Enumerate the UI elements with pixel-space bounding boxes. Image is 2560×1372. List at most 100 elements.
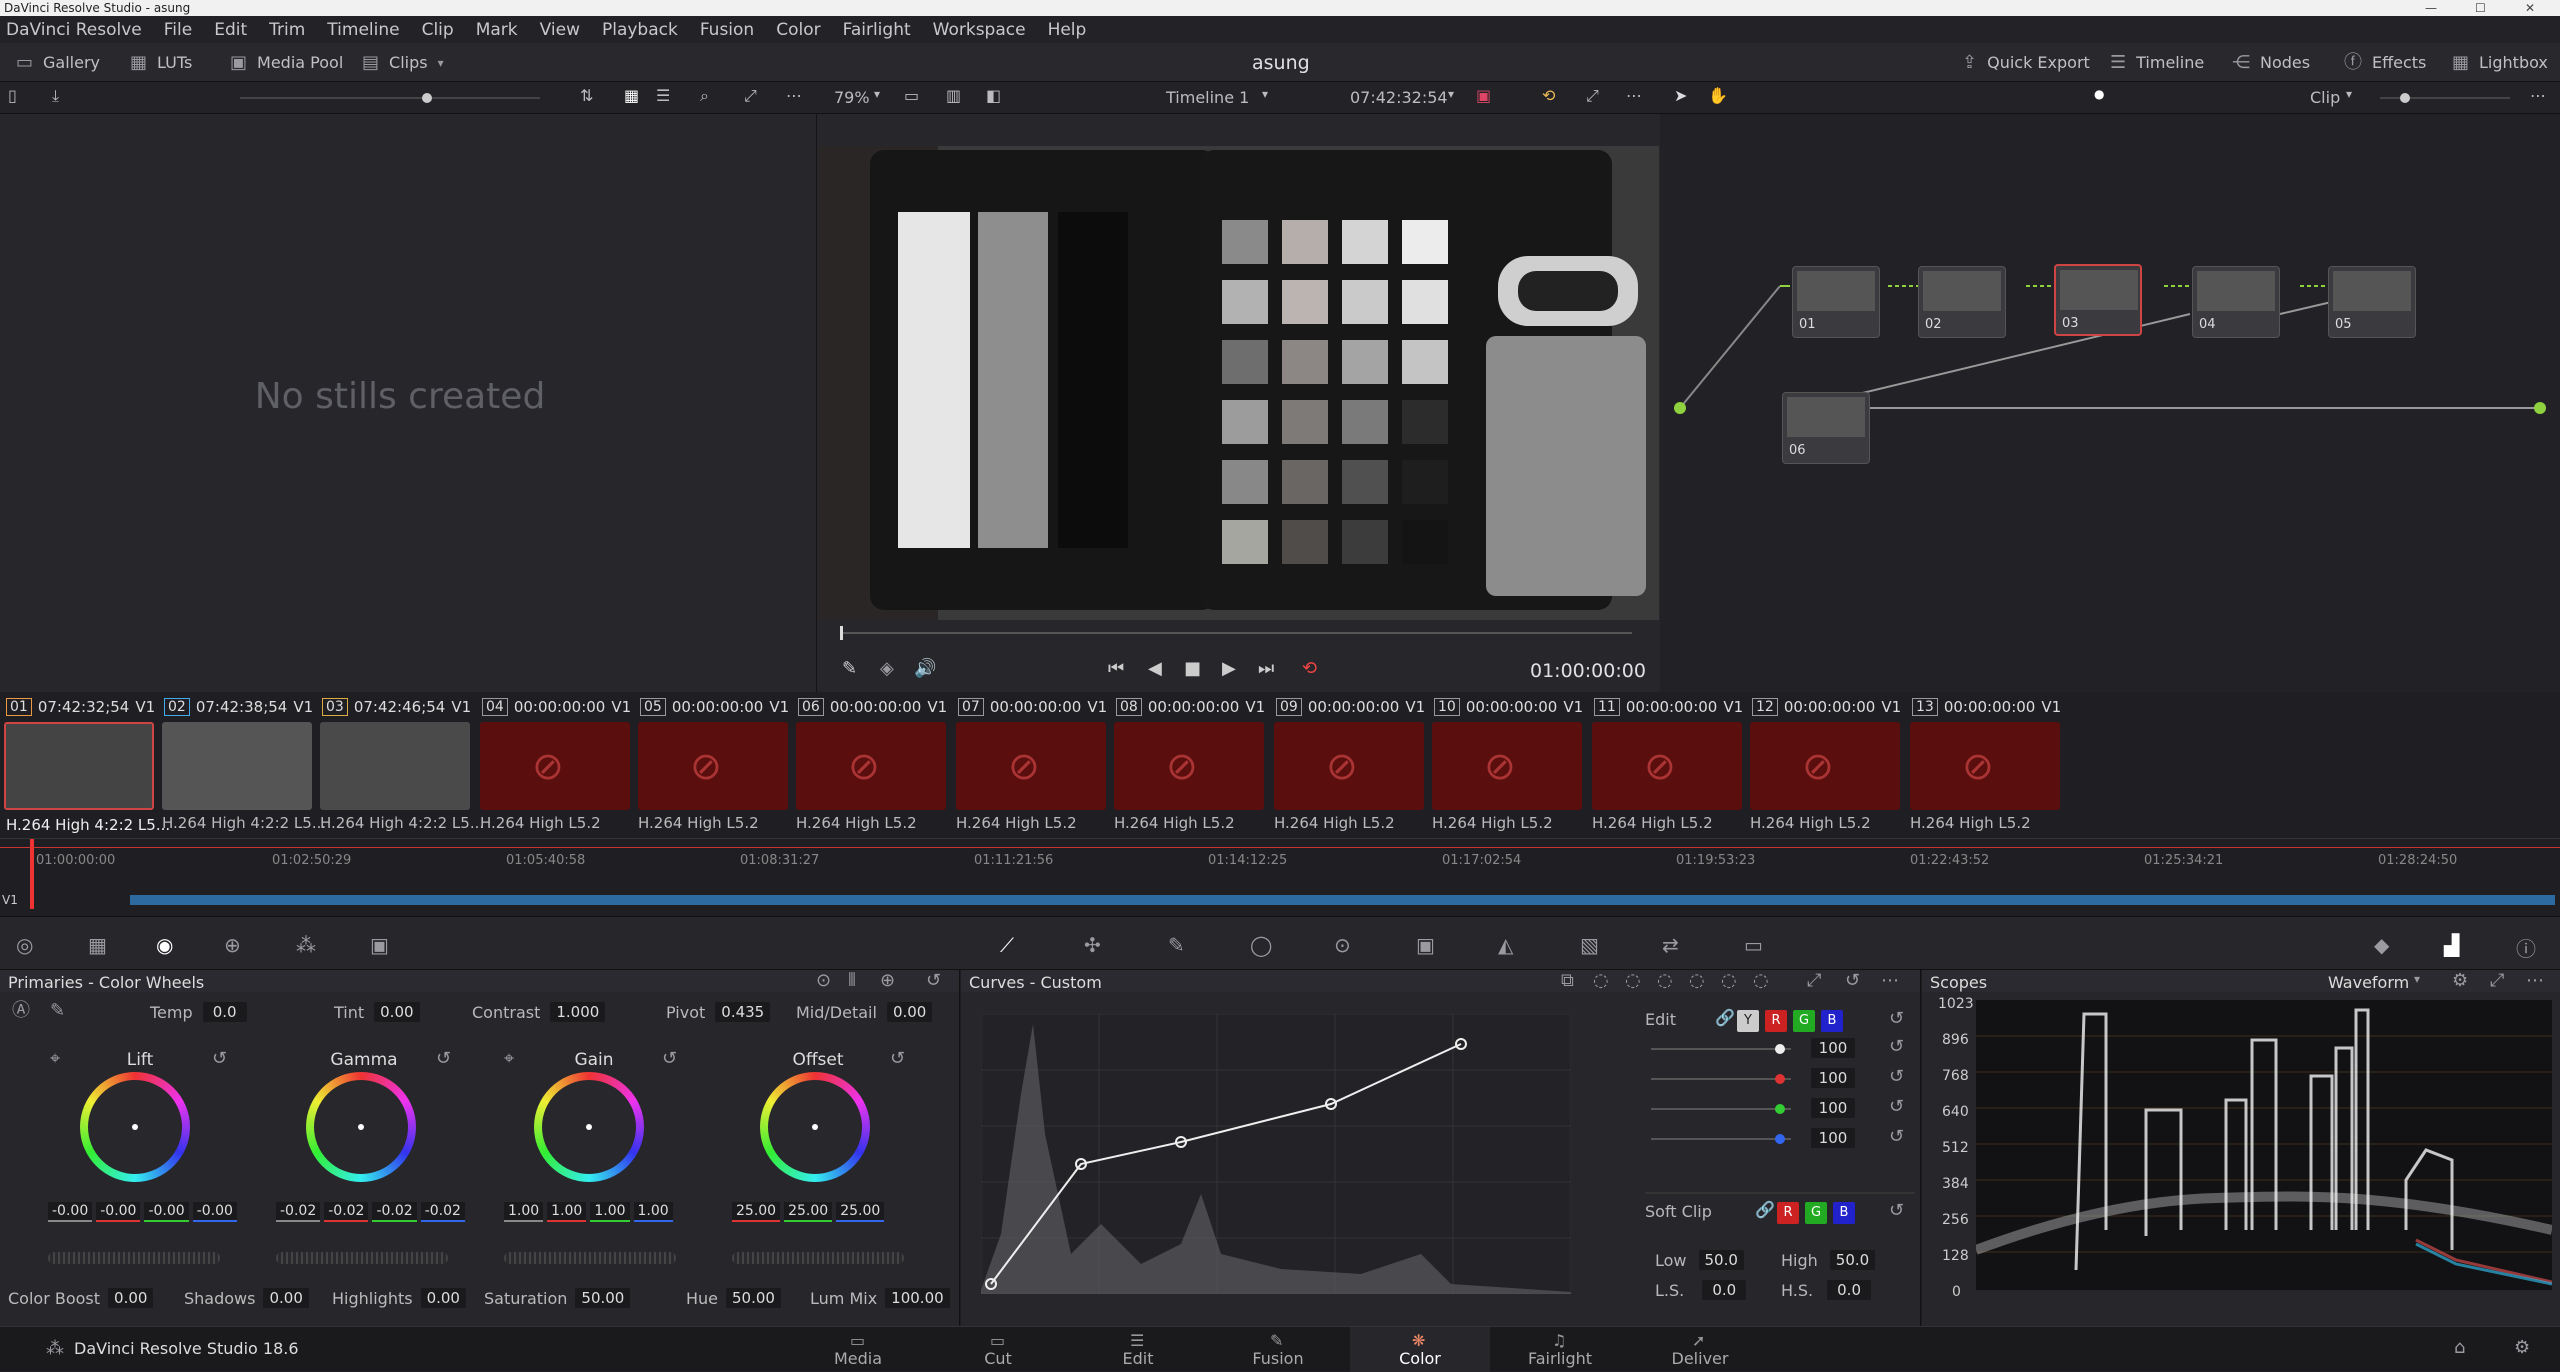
page-tab-deliver[interactable]: ➚ Deliver [1630, 1327, 1770, 1372]
home-icon[interactable]: ⌂ [2454, 1339, 2465, 1357]
picker-icon[interactable]: ✎ [50, 1002, 65, 1020]
more-icon[interactable]: ⋯ [1626, 88, 1642, 104]
offset-jog-wheel[interactable] [732, 1252, 904, 1264]
low-value[interactable]: 50.0 [1698, 1250, 1744, 1270]
slider-knob[interactable] [2400, 93, 2410, 103]
loop-icon[interactable]: ⟲ [1302, 660, 1317, 678]
y-intensity-slider[interactable] [1651, 1044, 1791, 1054]
hue-value[interactable]: 50.00 [726, 1288, 781, 1308]
gallery-button[interactable]: ▭ Gallery [16, 43, 100, 82]
menu-davinci[interactable]: DaVinci Resolve [6, 20, 142, 40]
chevron-down-icon[interactable]: ▾ [874, 88, 880, 100]
scope-settings-icon[interactable]: ⚙ [2452, 972, 2468, 990]
qualifier-icon[interactable]: ✎ [1168, 933, 1185, 957]
clip-thumbnail-offline[interactable]: ⊘ H.264 High L5.2 [1592, 722, 1742, 832]
tint-value[interactable]: 0.00 [374, 1002, 420, 1022]
rgb-mixer-icon[interactable]: ⁂ [296, 933, 316, 957]
reset-icon[interactable]: ↺ [1889, 1068, 1904, 1086]
menu-workspace[interactable]: Workspace [933, 20, 1026, 40]
shadows-value[interactable]: 0.00 [263, 1288, 309, 1308]
r-intensity-slider[interactable] [1651, 1074, 1791, 1084]
cinema-mode-icon[interactable]: ▣ [1476, 88, 1491, 104]
gain-wheel[interactable] [534, 1072, 644, 1182]
timeline-playhead[interactable] [30, 839, 34, 909]
pointer-icon[interactable]: ➤ [1674, 88, 1687, 104]
lightbox-button[interactable]: ▦ Lightbox [2452, 43, 2548, 82]
r-channel-button[interactable]: R [1765, 1010, 1787, 1032]
blur-icon[interactable]: ◭ [1498, 933, 1513, 957]
hue-vs-hue-icon[interactable]: ◌ [1593, 972, 1609, 990]
minimize-icon[interactable]: — [2425, 0, 2437, 16]
playhead[interactable] [840, 626, 843, 640]
slider-knob[interactable] [1775, 1074, 1785, 1084]
go-to-end-icon[interactable]: ⏭ [1258, 660, 1274, 678]
clip-thumbnail-offline[interactable]: ⊘ H.264 High L5.2 [1750, 722, 1900, 832]
node-mode-selector[interactable]: Clip [2310, 88, 2340, 107]
color-wheels-icon[interactable]: ◉ [156, 933, 173, 957]
b-intensity-slider[interactable] [1651, 1134, 1791, 1144]
wheel-center[interactable] [132, 1124, 138, 1130]
menu-playback[interactable]: Playback [602, 20, 678, 40]
clip-thumbnail-offline[interactable]: ⊘ H.264 High L5.2 [1910, 722, 2060, 832]
nodes-button[interactable]: ⋲ Nodes [2232, 43, 2310, 82]
chevron-down-icon[interactable]: ▾ [1448, 88, 1454, 100]
page-tab-color[interactable]: ❋ Color [1350, 1327, 1490, 1372]
node-04[interactable]: 04 [2192, 266, 2280, 338]
hue-vs-sat-icon[interactable]: ◌ [1625, 972, 1641, 990]
clip-thumbnail-offline[interactable]: ⊘ H.264 High L5.2 [796, 722, 946, 832]
softclip-b-button[interactable]: B [1833, 1202, 1855, 1224]
middetail-value[interactable]: 0.00 [886, 1002, 933, 1022]
reset-icon[interactable]: ↺ [1889, 1010, 1904, 1028]
bypass-icon[interactable]: ⟲ [1542, 88, 1555, 104]
timeline-selector[interactable]: Timeline 1 [1166, 88, 1249, 107]
wheel-center[interactable] [586, 1124, 592, 1130]
expand-icon[interactable]: ⤢ [2490, 972, 2504, 990]
wipe-icon[interactable]: ◧ [986, 88, 1001, 104]
gain-jog-wheel[interactable] [504, 1252, 676, 1264]
split-viewer-icon[interactable]: ▥ [946, 88, 961, 104]
hand-icon[interactable]: ✋ [1708, 88, 1728, 104]
sat-vs-sat-icon[interactable]: ◌ [1721, 972, 1737, 990]
wheel-center[interactable] [812, 1124, 818, 1130]
sat-vs-lum-icon[interactable]: ◌ [1753, 972, 1769, 990]
scopes-icon[interactable]: ▟ [2444, 933, 2459, 957]
gamma-wheel[interactable] [306, 1072, 416, 1182]
sort-icon[interactable]: ⇅ [580, 88, 593, 104]
hdr-icon[interactable]: ⊕ [224, 933, 241, 957]
play-icon[interactable]: ▶ [1222, 660, 1236, 678]
node-zoom-slider[interactable] [2380, 93, 2510, 103]
reset-icon[interactable]: ↺ [436, 1050, 451, 1068]
slider-knob[interactable] [1775, 1104, 1785, 1114]
clips-button[interactable]: ▤ Clips ▾ [362, 43, 444, 82]
eyedropper-icon[interactable]: ✎ [842, 660, 857, 678]
reset-icon[interactable]: ↺ [1845, 972, 1860, 990]
expand-icon[interactable]: ⤢ [1807, 972, 1821, 990]
fit-icon[interactable]: ⤢ [744, 88, 757, 104]
menu-clip[interactable]: Clip [422, 20, 454, 40]
temp-value[interactable]: 0.0 [202, 1002, 247, 1022]
motion-effects-icon[interactable]: ▣ [370, 933, 389, 957]
stop-icon[interactable]: ■ [1184, 660, 1201, 678]
timeline-track-clips[interactable] [130, 895, 2555, 905]
offset-wheel[interactable] [760, 1072, 870, 1182]
effects-button[interactable]: ⓕ Effects [2344, 43, 2426, 82]
bars-mode-icon[interactable]: ⦀ [848, 972, 856, 990]
menu-view[interactable]: View [540, 20, 580, 40]
hue-vs-lum-icon[interactable]: ◌ [1657, 972, 1673, 990]
more-icon[interactable]: ⋯ [2530, 88, 2546, 104]
node-03[interactable]: 03 [2054, 264, 2142, 336]
gear-icon[interactable]: ⚙ [2514, 1339, 2530, 1357]
link-icon[interactable]: 🔗 [1755, 1202, 1775, 1218]
menu-trim[interactable]: Trim [269, 20, 305, 40]
list-view-icon[interactable]: ☰ [656, 88, 670, 104]
color-boost-value[interactable]: 0.00 [108, 1288, 154, 1308]
node-editor[interactable]: 01 02 03 04 05 06 [1660, 114, 2560, 692]
saturation-value[interactable]: 50.00 [575, 1288, 631, 1308]
page-tab-media[interactable]: ▭ Media [788, 1327, 928, 1372]
curve-graph[interactable] [981, 1014, 1571, 1294]
lum-mix-value[interactable]: 100.00 [885, 1288, 950, 1308]
curves-icon[interactable]: ⟋ [1000, 933, 1014, 957]
sizing-icon[interactable]: ⇄ [1662, 933, 1679, 957]
3d-icon[interactable]: ▭ [1744, 933, 1763, 957]
lift-wheel[interactable] [80, 1072, 190, 1182]
